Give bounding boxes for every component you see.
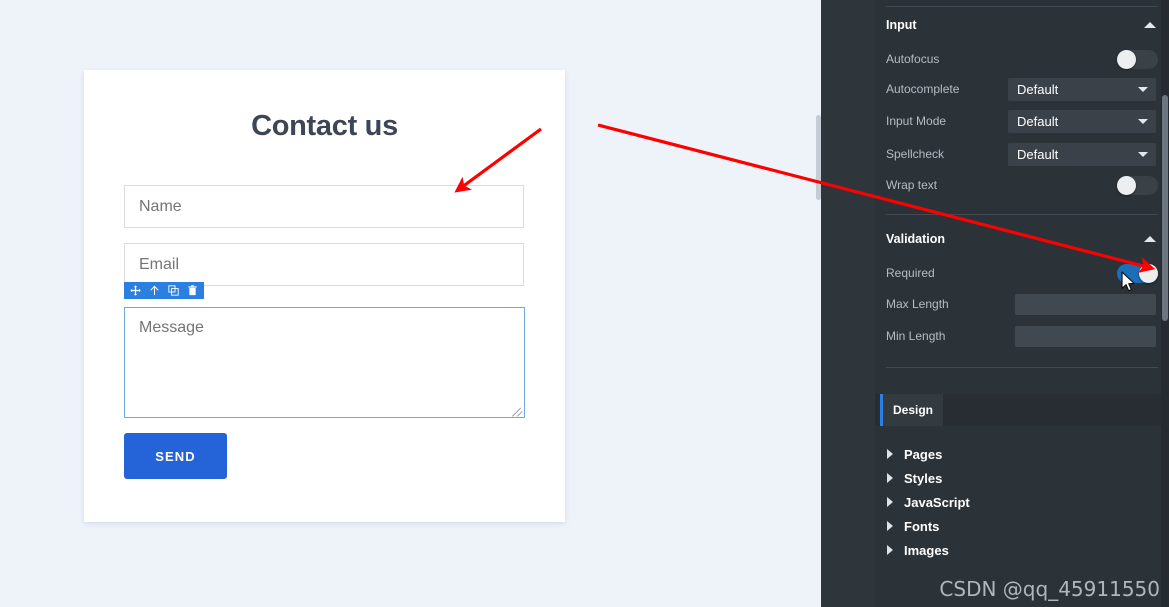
tree-item-fonts[interactable]: Fonts [886,517,939,535]
message-textarea[interactable] [124,307,525,418]
property-label-autofocus: Autofocus [886,52,940,66]
properties-panel: Input Autofocus Autocomplete Default Inp… [875,0,1169,607]
property-label-spellcheck: Spellcheck [886,147,945,161]
message-field-wrapper [124,307,525,418]
property-label-max-length: Max Length [886,297,949,311]
property-label-wrap-text: Wrap text [886,178,938,192]
editor-side-rail [821,0,875,607]
divider [886,214,1158,215]
property-label-min-length: Min Length [886,329,946,343]
design-panel: Design Pages Styles JavaScript Fonts Ima… [875,394,1169,607]
tree-item-label: Styles [904,470,943,486]
section-title-input: Input [886,18,917,32]
properties-scroll-area: Input Autofocus Autocomplete Default Inp… [875,0,1169,390]
send-button[interactable]: SEND [124,433,227,479]
tree-item-styles[interactable]: Styles [886,469,942,487]
section-header-input[interactable]: Input [886,14,1158,36]
caret-right-icon[interactable] [887,473,893,483]
property-label-autocomplete: Autocomplete [886,82,960,96]
divider [886,6,1158,7]
property-row-input-mode: Input Mode Default [886,108,1158,134]
tree-item-label: Fonts [904,518,940,534]
move-icon[interactable] [126,282,145,299]
caret-right-icon[interactable] [887,449,893,459]
autofocus-toggle[interactable] [1117,49,1158,69]
property-label-input-mode: Input Mode [886,114,947,128]
canvas-preview-area[interactable]: Contact us SEND [0,0,821,607]
autocomplete-select[interactable]: Default [1008,77,1156,101]
caret-up-icon[interactable] [1144,22,1156,28]
property-row-min-length: Min Length [886,323,1158,349]
property-row-wrap-text: Wrap text [886,172,1158,198]
autocomplete-selected-value: Default [1017,81,1059,97]
min-length-input[interactable] [1015,325,1156,347]
duplicate-icon[interactable] [164,282,183,299]
tree-item-images[interactable]: Images [886,541,949,559]
tree-item-label: Pages [904,446,943,462]
max-length-input[interactable] [1015,293,1156,315]
panel-scrollbar[interactable] [1161,0,1169,607]
caret-right-icon[interactable] [887,521,893,531]
tree-item-label: JavaScript [904,494,970,510]
panel-scrollbar-thumb[interactable] [1162,95,1168,321]
caret-right-icon[interactable] [887,497,893,507]
design-tab-strip: Design [875,394,1169,426]
trash-icon[interactable] [183,282,202,299]
property-row-max-length: Max Length [886,291,1158,317]
toggle-knob [1117,175,1136,195]
caret-up-icon[interactable] [1144,236,1156,242]
property-row-spellcheck: Spellcheck Default [886,141,1158,167]
property-row-required: Required [886,260,1158,286]
required-toggle[interactable] [1117,263,1158,283]
tree-item-javascript[interactable]: JavaScript [886,493,970,511]
section-header-validation[interactable]: Validation [886,228,1158,250]
chevron-down-icon [1138,118,1148,124]
input-mode-selected-value: Default [1017,113,1059,129]
section-title-validation: Validation [886,232,946,246]
property-label-required: Required [886,266,935,280]
caret-right-icon[interactable] [887,545,893,555]
page-title: Contact us [251,110,398,142]
element-edit-toolbar[interactable] [124,282,204,299]
toggle-knob [1139,263,1158,283]
tree-item-label: Images [904,542,949,558]
toggle-knob [1117,49,1136,69]
property-row-autofocus: Autofocus [886,46,1158,72]
tab-design[interactable]: Design [880,394,943,426]
input-mode-select[interactable]: Default [1008,109,1156,133]
spellcheck-select[interactable]: Default [1008,142,1156,166]
arrow-up-icon[interactable] [145,282,164,299]
watermark: CSDN @qq_45911550 [939,577,1160,601]
spellcheck-selected-value: Default [1017,146,1059,162]
property-row-autocomplete: Autocomplete Default [886,76,1158,102]
divider [886,367,1158,368]
name-input[interactable] [124,185,524,228]
wrap-text-toggle[interactable] [1117,175,1158,195]
chevron-down-icon [1138,151,1148,157]
chevron-down-icon [1138,86,1148,92]
tree-item-pages[interactable]: Pages [886,445,942,463]
email-field[interactable] [124,243,524,286]
